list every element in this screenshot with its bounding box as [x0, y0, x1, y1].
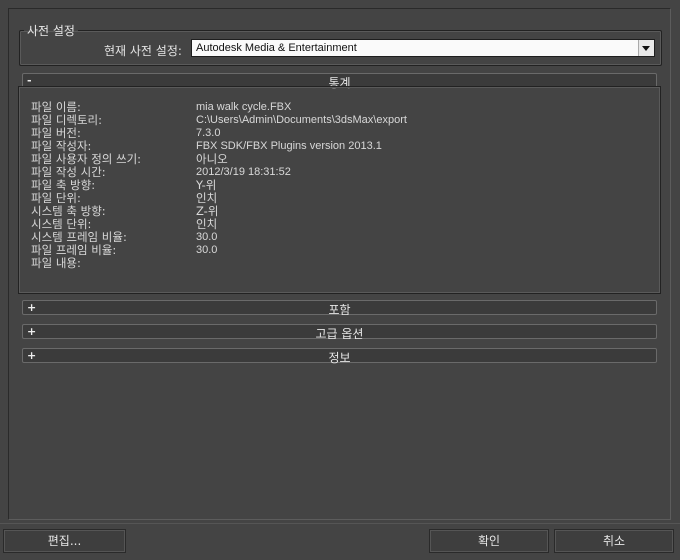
rollout-advanced-options-title: 고급 옵션: [315, 327, 364, 341]
rollout-include-title: 포함: [328, 303, 351, 317]
ok-button[interactable]: 확인: [429, 529, 549, 553]
preset-legend: 사전 설정: [27, 24, 75, 38]
preset-dropdown[interactable]: Autodesk Media & Entertainment: [191, 39, 655, 57]
rollout-include-header[interactable]: + 포함: [22, 300, 657, 317]
stat-row: 파일 이름: mia walk cycle.FBX: [19, 101, 659, 114]
stat-row: 파일 내용:: [19, 257, 659, 270]
edit-button[interactable]: 편집...: [3, 529, 126, 553]
stat-row: 시스템 축 방향: Z-위: [19, 205, 659, 218]
divider: [0, 523, 680, 524]
stat-row: 파일 단위: 인치: [19, 192, 659, 205]
rollout-info-header[interactable]: + 정보: [22, 348, 657, 365]
cancel-button[interactable]: 취소: [554, 529, 674, 553]
stat-row: 파일 프레임 비율: 30.0: [19, 244, 659, 257]
rollout-advanced-options-header[interactable]: + 고급 옵션: [22, 324, 657, 341]
statistics-panel: 파일 이름: mia walk cycle.FBX 파일 디렉토리: C:\Us…: [18, 86, 661, 294]
stat-value: mia walk cycle.FBX: [196, 101, 292, 113]
stat-value: 30.0: [196, 231, 218, 243]
stat-value: 아니오: [196, 152, 228, 166]
rollout-info-title: 정보: [328, 351, 351, 365]
stat-row: 파일 사용자 정의 쓰기: 아니오: [19, 153, 659, 166]
stat-value: 7.3.0: [196, 127, 221, 139]
stat-value: 30.0: [196, 244, 218, 256]
stat-row: 파일 디렉토리: C:\Users\Admin\Documents\3dsMax…: [19, 114, 659, 127]
stat-value: 인치: [196, 217, 218, 231]
stat-key: 파일 내용:: [31, 256, 81, 270]
current-preset-label: 현재 사전 설정:: [104, 44, 182, 58]
stat-row: 파일 축 방향: Y-위: [19, 179, 659, 192]
chevron-down-icon[interactable]: [638, 40, 654, 56]
preset-dropdown-value: Autodesk Media & Entertainment: [196, 42, 357, 54]
stat-row: 파일 버전: 7.3.0: [19, 127, 659, 140]
stat-value: C:\Users\Admin\Documents\3dsMax\export: [196, 114, 407, 126]
stat-row: 파일 작성 시간: 2012/3/19 18:31:52: [19, 166, 659, 179]
